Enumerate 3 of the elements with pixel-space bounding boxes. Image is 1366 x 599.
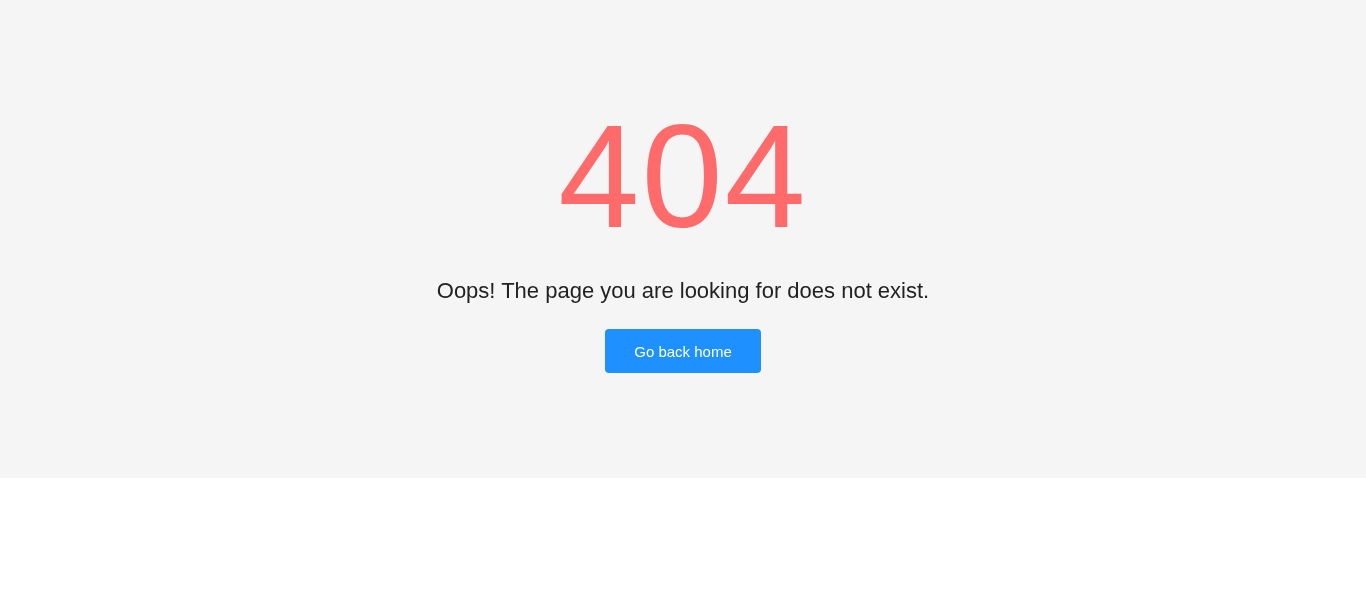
- error-message: Oops! The page you are looking for does not exist.: [436, 277, 930, 305]
- home-button[interactable]: Go back home: [605, 329, 761, 373]
- error-code: 404: [558, 104, 808, 250]
